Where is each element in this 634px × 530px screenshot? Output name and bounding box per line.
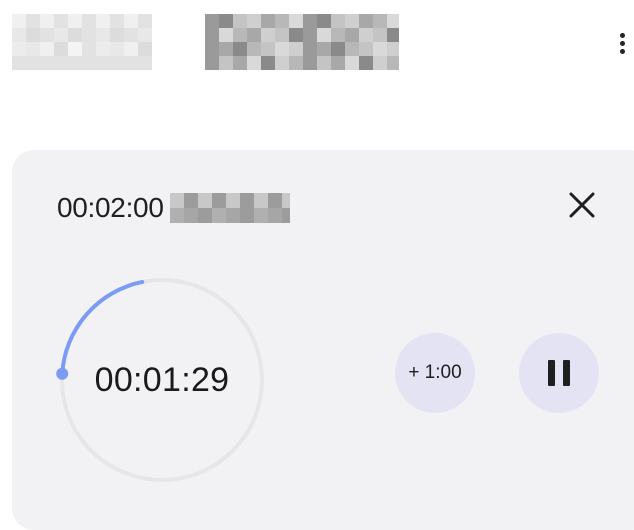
pause-button[interactable] — [519, 333, 599, 413]
close-icon — [569, 192, 595, 218]
pause-icon — [548, 360, 555, 386]
add-minute-button[interactable]: + 1:00 — [395, 333, 475, 413]
timer-name-redacted — [170, 193, 290, 223]
add-minute-label: + 1:00 — [408, 362, 462, 383]
time-remaining: 00:01:29 — [94, 360, 230, 399]
close-button[interactable] — [565, 188, 599, 222]
top-app-bar — [0, 0, 634, 84]
more-options-button[interactable] — [612, 22, 632, 62]
timer-label: 00:02:00 — [57, 192, 164, 223]
tab-2[interactable] — [205, 14, 399, 70]
timer-card: 00:02:00 00:01:29 + 1:00 — [12, 150, 634, 530]
tab-1[interactable] — [12, 14, 152, 70]
